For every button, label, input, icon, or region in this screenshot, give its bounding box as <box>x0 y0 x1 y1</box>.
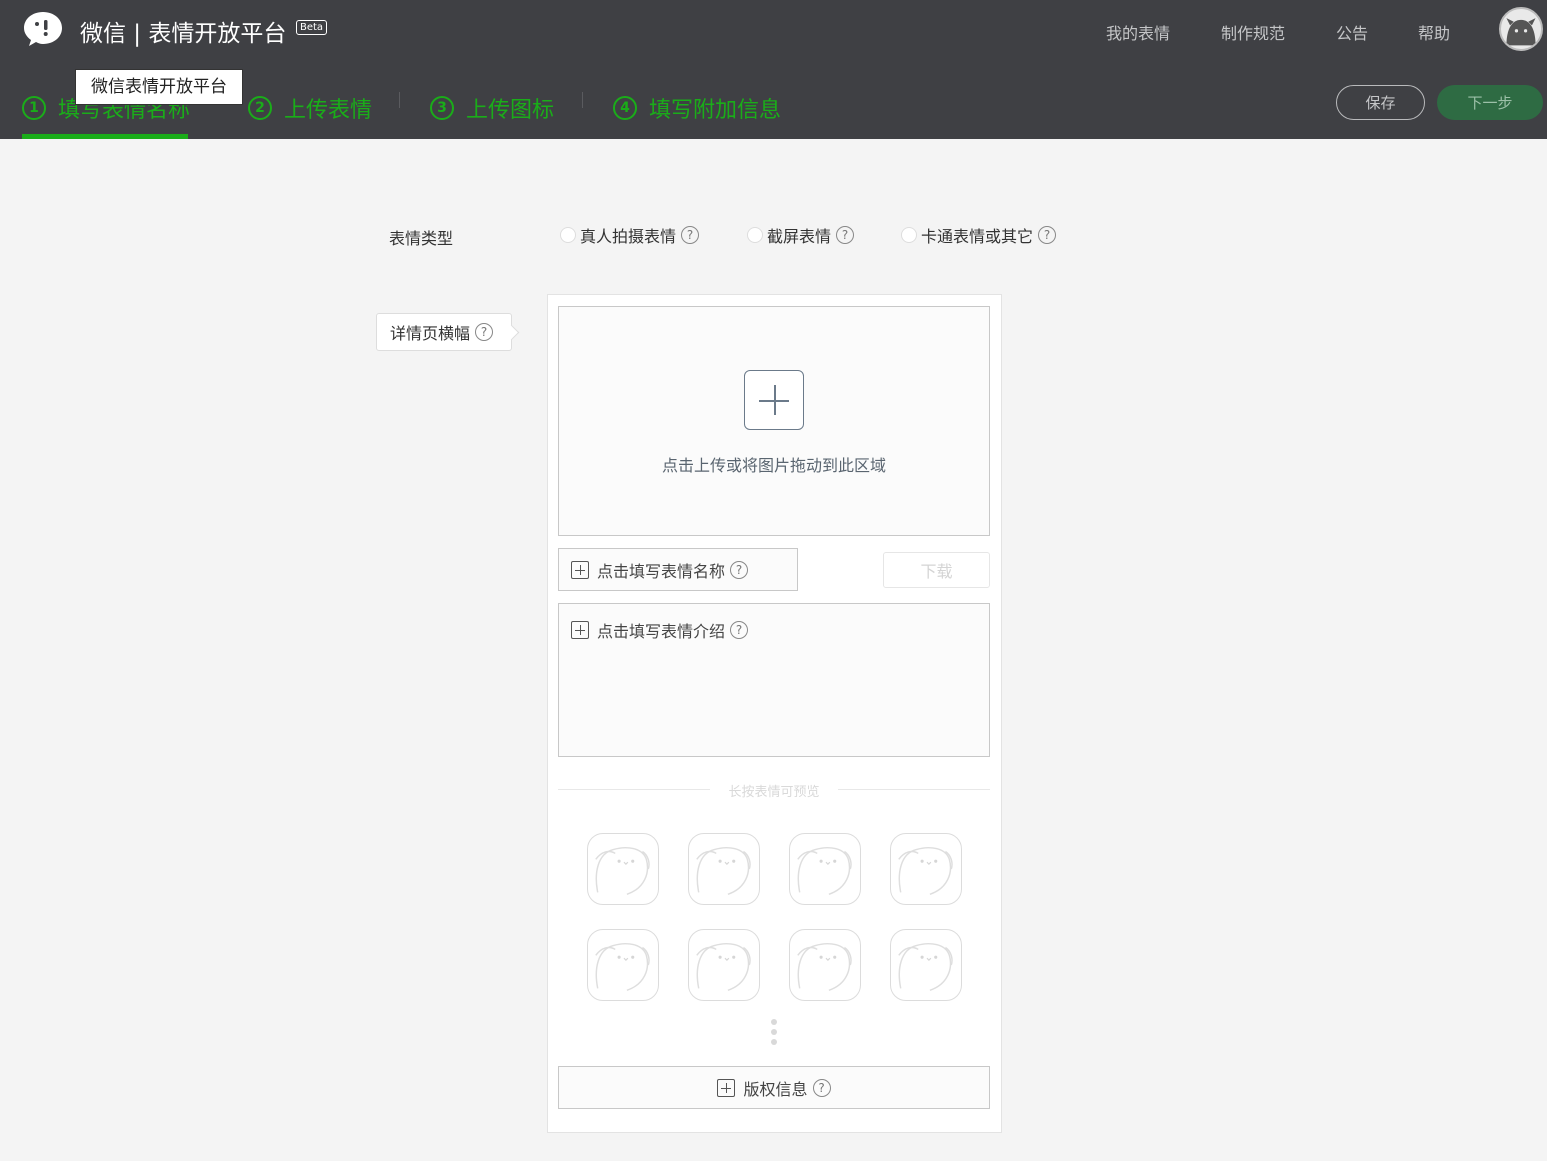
sticker-placeholder-icon[interactable] <box>587 833 659 905</box>
download-button[interactable]: 下载 <box>883 552 990 588</box>
step-4-number: 4 <box>613 96 637 120</box>
brand-tooltip: 微信表情开放平台 <box>75 69 243 105</box>
nav-help[interactable]: 帮助 <box>1418 20 1450 44</box>
step-2-number: 2 <box>248 96 272 120</box>
step-3-number: 3 <box>430 96 454 120</box>
divider-line-right <box>838 789 990 790</box>
beta-badge: Beta <box>296 20 328 35</box>
help-icon[interactable]: ? <box>730 621 749 639</box>
radio-screenshot-label: 截屏表情 <box>767 227 832 246</box>
wechat-logo-icon <box>24 12 62 46</box>
copyright-info-field[interactable]: 版权信息 ? <box>558 1066 990 1109</box>
radio-circle[interactable] <box>747 227 763 243</box>
help-icon[interactable]: ? <box>812 1078 831 1097</box>
help-icon[interactable]: ? <box>730 560 749 579</box>
help-icon[interactable]: ? <box>475 323 494 341</box>
add-icon <box>571 621 589 639</box>
brand-title: 微信 | 表情开放平台 <box>80 21 287 47</box>
sticker-name-field[interactable]: 点击填写表情名称 ? <box>558 548 798 591</box>
step-1-number: 1 <box>22 96 46 120</box>
sticker-placeholder-icon[interactable] <box>688 833 760 905</box>
step-4-label: 填写附加信息 <box>649 98 782 123</box>
detail-banner-label: 详情页横幅 ? <box>376 313 512 351</box>
next-step-button[interactable]: 下一步 <box>1437 85 1543 120</box>
sticker-name-placeholder: 点击填写表情名称 <box>597 561 726 581</box>
sticker-intro-field[interactable]: 点击填写表情介绍 ? <box>558 603 990 757</box>
radio-circle[interactable] <box>560 227 576 243</box>
add-icon <box>571 560 589 579</box>
step-2-tab[interactable]: 2 上传表情 <box>248 93 372 123</box>
help-icon[interactable]: ? <box>836 226 855 244</box>
user-avatar-icon <box>1506 18 1536 46</box>
radio-real-photo-label: 真人拍摄表情 <box>580 227 677 246</box>
radio-circle[interactable] <box>901 227 917 243</box>
step-divider <box>399 92 400 108</box>
upload-hint-text: 点击上传或将图片拖动到此区域 <box>661 456 886 475</box>
step-3-label: 上传图标 <box>466 98 555 123</box>
sticker-type-label: 表情类型 <box>389 229 454 248</box>
sticker-placeholder-icon[interactable] <box>789 833 861 905</box>
detail-banner-text: 详情页横幅 <box>390 324 471 343</box>
step-divider <box>582 92 583 108</box>
active-step-indicator <box>22 134 188 139</box>
radio-cartoon-other[interactable]: 卡通表情或其它 ? <box>901 223 1057 247</box>
radio-real-photo[interactable]: 真人拍摄表情 ? <box>560 223 700 247</box>
step-3-tab[interactable]: 3 上传图标 <box>430 93 554 123</box>
copyright-label: 版权信息 <box>743 1079 808 1099</box>
radio-cartoon-other-label: 卡通表情或其它 <box>921 227 1034 246</box>
sticker-placeholder-icon[interactable] <box>587 929 659 1001</box>
help-icon[interactable]: ? <box>1038 226 1057 244</box>
help-icon[interactable]: ? <box>681 226 700 244</box>
more-dots-icon <box>771 1019 778 1049</box>
sticker-placeholder-icon[interactable] <box>890 833 962 905</box>
step-4-tab[interactable]: 4 填写附加信息 <box>613 93 781 123</box>
add-icon <box>717 1078 736 1097</box>
save-button[interactable]: 保存 <box>1336 85 1425 120</box>
avatar[interactable] <box>1499 7 1543 51</box>
preview-divider-text: 长按表情可预览 <box>728 785 820 800</box>
sticker-intro-placeholder: 点击填写表情介绍 <box>597 622 726 641</box>
step-2-label: 上传表情 <box>284 98 373 123</box>
sticker-placeholder-icon[interactable] <box>789 929 861 1001</box>
sticker-placeholder-icon[interactable] <box>890 929 962 1001</box>
nav-my-stickers[interactable]: 我的表情 <box>1106 20 1170 44</box>
sticker-placeholder-icon[interactable] <box>688 929 760 1001</box>
divider-line-left <box>558 789 710 790</box>
upload-plus-icon[interactable] <box>744 370 804 430</box>
nav-guidelines[interactable]: 制作规范 <box>1221 20 1285 44</box>
sticker-intro-row: 点击填写表情介绍 ? <box>571 618 749 642</box>
radio-screenshot[interactable]: 截屏表情 ? <box>747 223 855 247</box>
nav-announcements[interactable]: 公告 <box>1336 20 1368 44</box>
